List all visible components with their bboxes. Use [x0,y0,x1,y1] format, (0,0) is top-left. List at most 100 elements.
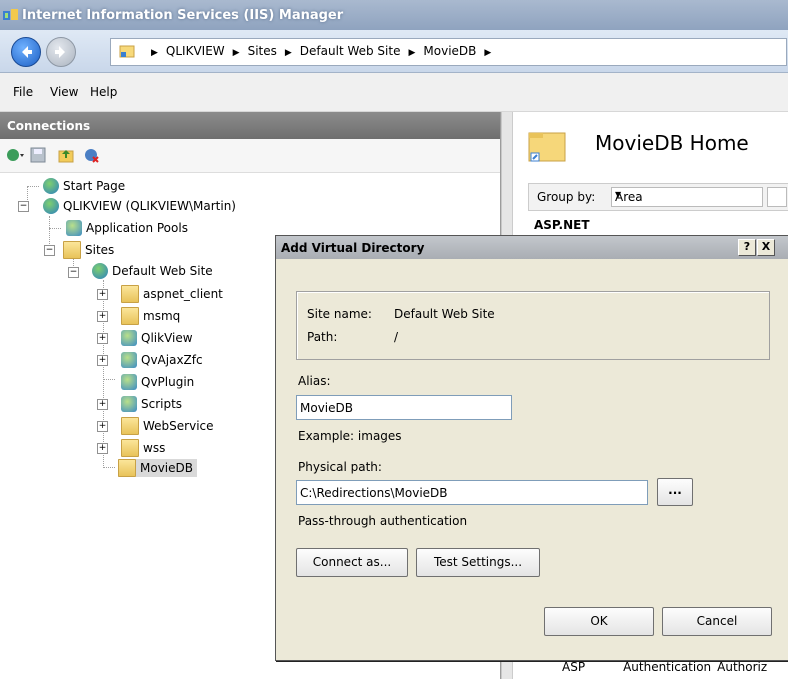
ok-button[interactable]: OK [544,607,654,636]
crumb-sites[interactable]: Sites [248,44,277,58]
web-application-icon [121,351,137,368]
group-by-select[interactable]: Area ▼ [611,187,763,207]
tree-item-aspnet-client[interactable]: aspnet_client [121,284,223,303]
test-settings-button[interactable]: Test Settings... [416,548,540,577]
tree-item-default-web-site[interactable]: Default Web Site [92,262,213,280]
tree-item-qlikview[interactable]: QlikView [121,329,193,347]
expand-toggle[interactable]: + [97,333,108,344]
tree-label: WebService [143,419,214,433]
tree-label: aspnet_client [143,287,223,301]
tree-item-application-pools[interactable]: Application Pools [66,219,188,237]
expand-toggle[interactable]: + [97,289,108,300]
back-arrow-icon [22,46,32,58]
web-application-icon [121,373,137,390]
expand-toggle[interactable]: + [97,311,108,322]
address-bar[interactable]: ▶ QLIKVIEW ▶ Sites ▶ Default Web Site ▶ MovieDB… [110,38,787,66]
alias-input[interactable]: MovieDB [296,395,512,420]
help-button[interactable]: ? [738,239,756,256]
tree-label: QlikView [141,331,193,345]
alias-example-text: Example: images [298,429,402,443]
expand-toggle[interactable]: + [97,399,108,410]
server-icon [43,197,59,214]
folder-icon [121,438,139,457]
crumb-moviedb[interactable]: MovieDB [423,44,476,58]
menu-bar: File View Help [0,73,788,112]
tree-item-moviedb[interactable]: MovieDB [118,458,197,477]
forward-button[interactable] [46,37,76,67]
web-application-icon [121,329,137,346]
virtual-directory-large-icon [527,129,567,163]
connect-as-button[interactable]: Connect as... [296,548,408,577]
tree-item-wss[interactable]: wss [121,438,165,457]
add-virtual-directory-dialog: Add Virtual Directory ? X Site name: Def… [275,235,788,661]
path-label: Path: [307,330,338,344]
tree-label: QLIKVIEW (QLIKVIEW\Martin) [63,199,236,213]
chevron-right-icon: ▶ [232,48,240,58]
up-folder-icon[interactable] [58,147,74,163]
back-button[interactable] [11,37,41,67]
delete-connection-icon[interactable] [84,147,100,163]
tree-item-server[interactable]: QLIKVIEW (QLIKVIEW\Martin) [43,197,236,215]
group-by-label: Group by: [537,190,596,204]
website-globe-icon [92,262,108,279]
browse-button[interactable]: ... [657,478,693,506]
tree-line [103,280,104,468]
path-value: / [394,330,399,344]
tree-label: MovieDB [140,461,193,475]
window-title-bar: Internet Information Services (IIS) Mana… [0,0,788,30]
tree-item-scripts[interactable]: Scripts [121,395,182,413]
tree-item-webservice[interactable]: WebService [121,416,214,435]
site-name-label: Site name: [307,307,372,321]
crumb-server[interactable]: QLIKVIEW [166,44,225,58]
connections-toolbar [0,139,500,173]
physical-path-input-value: C:\Redirections\MovieDB [300,486,448,500]
folder-icon [121,306,139,325]
tree-item-start-page[interactable]: Start Page [43,177,125,195]
folder-icon [121,416,139,435]
cancel-button[interactable]: Cancel [662,607,772,636]
feature-asp[interactable]: ASP [562,660,585,674]
passthrough-auth-text: Pass-through authentication [298,514,468,528]
tree-line [27,186,39,187]
page-title: MovieDB Home [595,131,749,155]
collapse-toggle[interactable]: − [18,201,29,212]
feature-authorization[interactable]: Authoriz [717,660,767,674]
sites-folder-icon [63,240,81,259]
section-header: ASP.NET [534,218,590,232]
expand-toggle[interactable]: + [97,421,108,432]
menu-file[interactable]: File [13,85,33,99]
chevron-right-icon: ▶ [151,48,158,58]
web-application-icon [121,395,137,412]
alias-input-value: MovieDB [300,401,353,415]
expand-toggle[interactable]: + [97,355,108,366]
folder-icon [121,284,139,303]
tree-item-sites[interactable]: Sites [63,240,114,259]
group-by-bar: Group by: Area ▼ [528,183,788,211]
tree-item-qvajaxzfc[interactable]: QvAjaxZfc [121,351,203,369]
view-mode-icon[interactable] [767,187,787,207]
dialog-title-bar: Add Virtual Directory ? X [276,236,788,259]
site-name-value: Default Web Site [394,307,495,321]
save-icon[interactable] [30,147,46,163]
menu-view[interactable]: View [50,85,78,99]
close-button[interactable]: X [757,239,775,256]
crumb-default-site[interactable]: Default Web Site [300,44,401,58]
connect-globe-icon[interactable] [6,147,24,163]
dropdown-arrow-icon: ▼ [615,190,622,199]
alias-label: Alias: [298,374,331,388]
collapse-toggle[interactable]: − [44,245,55,256]
expand-toggle[interactable]: + [97,443,108,454]
dialog-title: Add Virtual Directory [281,241,425,255]
physical-path-input[interactable]: C:\Redirections\MovieDB [296,480,648,505]
chevron-right-icon[interactable]: ▶ [484,48,491,58]
site-info-box: Site name: Default Web Site Path: / [296,291,770,360]
physical-path-label: Physical path: [298,460,382,474]
tree-label: Application Pools [86,221,188,235]
tree-item-msmq[interactable]: msmq [121,306,180,325]
tree-item-qvplugin[interactable]: QvPlugin [121,373,194,391]
collapse-toggle[interactable]: − [68,267,79,278]
tree-label: Scripts [141,397,183,411]
feature-authentication[interactable]: Authentication [623,660,711,674]
menu-help[interactable]: Help [90,85,117,99]
application-pools-icon [66,219,82,236]
